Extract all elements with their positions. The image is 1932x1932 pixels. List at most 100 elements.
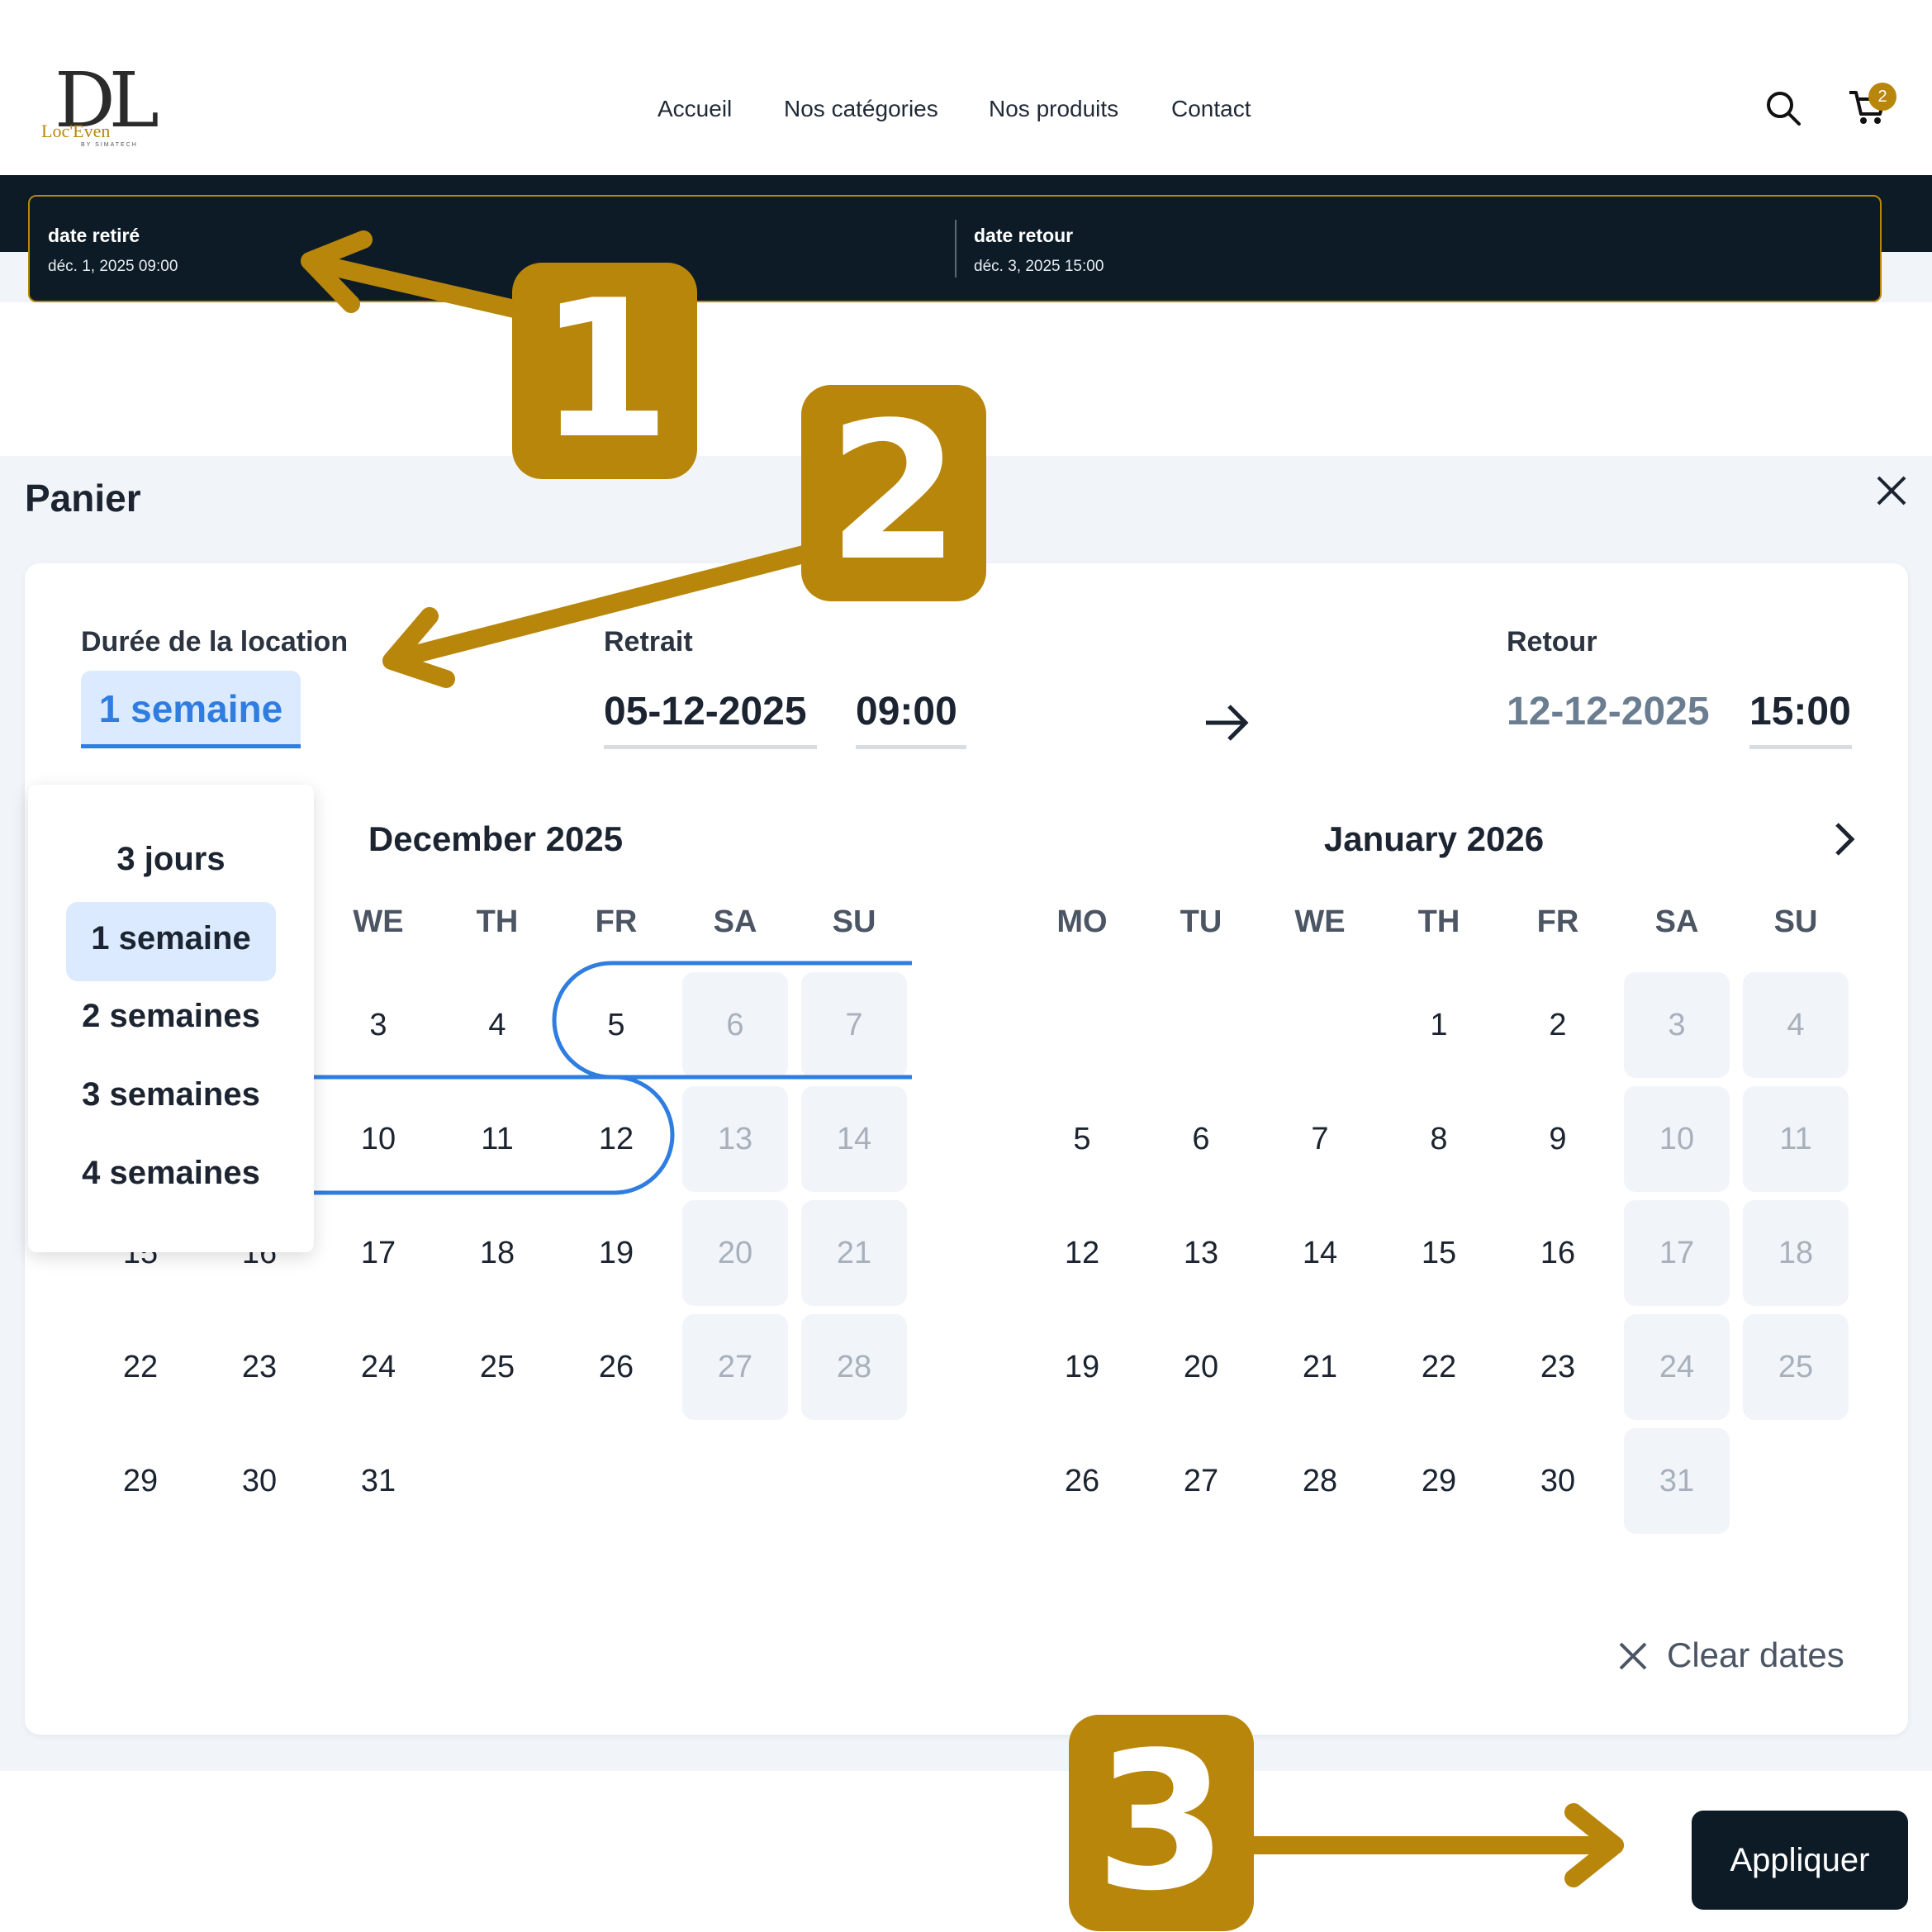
calendar-day[interactable]: 4 <box>444 972 550 1078</box>
close-icon[interactable] <box>1875 474 1908 507</box>
logo-tagline: BY SIMATECH <box>81 142 138 148</box>
duration-option-3-jours[interactable]: 3 jours <box>28 841 314 878</box>
calendar-day[interactable]: 22 <box>88 1314 193 1420</box>
calendar-day[interactable]: 31 <box>325 1428 431 1534</box>
calendar-day[interactable]: 2 <box>1505 972 1611 1078</box>
calendar-day[interactable]: 6 <box>1148 1086 1254 1192</box>
calendar-day[interactable]: 10 <box>1624 1086 1730 1192</box>
retrait-date-underline <box>604 745 817 749</box>
retrait-date-input[interactable]: 05-12-2025 <box>604 689 807 734</box>
calendar-day[interactable]: 20 <box>682 1200 788 1306</box>
weekday-header: TH <box>1417 904 1460 939</box>
calendar-day[interactable]: 17 <box>325 1200 431 1306</box>
calendar-day[interactable]: 18 <box>444 1200 550 1306</box>
calendar-day[interactable]: 7 <box>1267 1086 1373 1192</box>
calendar-day[interactable]: 11 <box>1743 1086 1849 1192</box>
calendar-day[interactable]: 12 <box>563 1086 669 1192</box>
nav-accueil[interactable]: Accueil <box>657 96 732 122</box>
weekday-header: WE <box>353 904 404 939</box>
calendar-day[interactable]: 21 <box>801 1200 907 1306</box>
calendar-day[interactable]: 19 <box>563 1200 669 1306</box>
calendar-day[interactable]: 26 <box>1029 1428 1135 1534</box>
calendar-day[interactable]: 11 <box>444 1086 550 1192</box>
calendar-day[interactable]: 16 <box>1505 1200 1611 1306</box>
panier-title: Panier <box>25 477 141 520</box>
calendar-day[interactable]: 24 <box>1624 1314 1730 1420</box>
pickup-date-value[interactable]: déc. 1, 2025 09:00 <box>48 258 178 276</box>
weekday-header: SA <box>1654 904 1699 939</box>
retour-time-underline <box>1749 745 1852 749</box>
calendar-day[interactable]: 3 <box>325 972 431 1078</box>
calendar-day[interactable]: 18 <box>1743 1200 1849 1306</box>
apply-button[interactable]: Appliquer <box>1692 1811 1908 1910</box>
calendar-day[interactable]: 22 <box>1386 1314 1492 1420</box>
calendar-day[interactable]: 30 <box>1505 1428 1611 1534</box>
weekday-header: SA <box>713 904 757 939</box>
calendar-day[interactable]: 23 <box>206 1314 312 1420</box>
retour-date-input[interactable]: 12-12-2025 <box>1507 689 1710 734</box>
calendar-day[interactable]: 14 <box>1267 1200 1373 1306</box>
pickup-date-label: date retiré <box>48 225 140 246</box>
retrait-time-input[interactable]: 09:00 <box>856 689 957 734</box>
logo-subtext: Loc'Even <box>41 121 111 141</box>
calendar-day[interactable]: 30 <box>206 1428 312 1534</box>
weekday-header: TU <box>1180 904 1222 939</box>
date-divider <box>955 220 957 278</box>
return-date-value[interactable]: déc. 3, 2025 15:00 <box>974 258 1104 276</box>
calendar-day[interactable]: 13 <box>1148 1200 1254 1306</box>
calendar-day[interactable]: 31 <box>1624 1428 1730 1534</box>
retour-label: Retour <box>1507 626 1597 657</box>
calendar-day[interactable]: 29 <box>88 1428 193 1534</box>
retour-time-input[interactable]: 15:00 <box>1749 689 1851 734</box>
calendar-day[interactable]: 28 <box>1267 1428 1373 1534</box>
weekday-header: SU <box>832 904 876 939</box>
calendar-day[interactable]: 20 <box>1148 1314 1254 1420</box>
annotation-badge-2: 2 <box>801 385 986 601</box>
weekday-header: FR <box>1536 904 1579 939</box>
nav-produits[interactable]: Nos produits <box>989 96 1118 122</box>
calendar-day[interactable]: 21 <box>1267 1314 1373 1420</box>
calendar-day[interactable]: 5 <box>563 972 669 1078</box>
weekday-header: WE <box>1294 904 1346 939</box>
chevron-right-icon[interactable] <box>1827 818 1862 861</box>
clear-x-icon[interactable] <box>1617 1640 1649 1672</box>
calendar-day[interactable]: 1 <box>1386 972 1492 1078</box>
calendar-day[interactable]: 4 <box>1743 972 1849 1078</box>
duration-option-3-semaines[interactable]: 3 semaines <box>28 1076 314 1113</box>
weekday-header: SU <box>1773 904 1818 939</box>
calendar-day[interactable]: 3 <box>1624 972 1730 1078</box>
calendar-day[interactable]: 25 <box>1743 1314 1849 1420</box>
duration-option-2-semaines[interactable]: 2 semaines <box>28 998 314 1035</box>
calendar-day[interactable]: 9 <box>1505 1086 1611 1192</box>
calendar-day[interactable]: 28 <box>801 1314 907 1420</box>
calendar-day[interactable]: 14 <box>801 1086 907 1192</box>
search-icon[interactable] <box>1764 89 1802 127</box>
clear-dates-button[interactable]: Clear dates <box>1667 1635 1844 1675</box>
duration-option-1-semaine[interactable]: 1 semaine <box>28 920 314 957</box>
calendar-day[interactable]: 26 <box>563 1314 669 1420</box>
calendar-day[interactable]: 8 <box>1386 1086 1492 1192</box>
annotation-badge-1: 1 <box>512 263 697 479</box>
duration-option-4-semaines[interactable]: 4 semaines <box>28 1155 314 1192</box>
calendar-day[interactable]: 5 <box>1029 1086 1135 1192</box>
calendar-day[interactable]: 6 <box>682 972 788 1078</box>
month-title-0: December 2025 <box>368 819 624 858</box>
calendar-day[interactable]: 25 <box>444 1314 550 1420</box>
calendar-day[interactable]: 19 <box>1029 1314 1135 1420</box>
duration-select[interactable]: 1 semaine <box>81 671 301 748</box>
calendar-day[interactable]: 10 <box>325 1086 431 1192</box>
calendar-day[interactable]: 27 <box>682 1314 788 1420</box>
calendar-day[interactable]: 12 <box>1029 1200 1135 1306</box>
calendar-day[interactable]: 17 <box>1624 1200 1730 1306</box>
calendar-day[interactable]: 23 <box>1505 1314 1611 1420</box>
site-logo[interactable]: DL Loc'Even BY SIMATECH <box>38 63 159 149</box>
arrow-right-icon <box>1206 705 1249 741</box>
calendar-day[interactable]: 13 <box>682 1086 788 1192</box>
calendar-day[interactable]: 27 <box>1148 1428 1254 1534</box>
calendar-day[interactable]: 7 <box>801 972 907 1078</box>
calendar-day[interactable]: 29 <box>1386 1428 1492 1534</box>
calendar-day[interactable]: 15 <box>1386 1200 1492 1306</box>
calendar-day[interactable]: 24 <box>325 1314 431 1420</box>
nav-contact[interactable]: Contact <box>1171 96 1251 122</box>
nav-categories[interactable]: Nos catégories <box>784 96 938 122</box>
